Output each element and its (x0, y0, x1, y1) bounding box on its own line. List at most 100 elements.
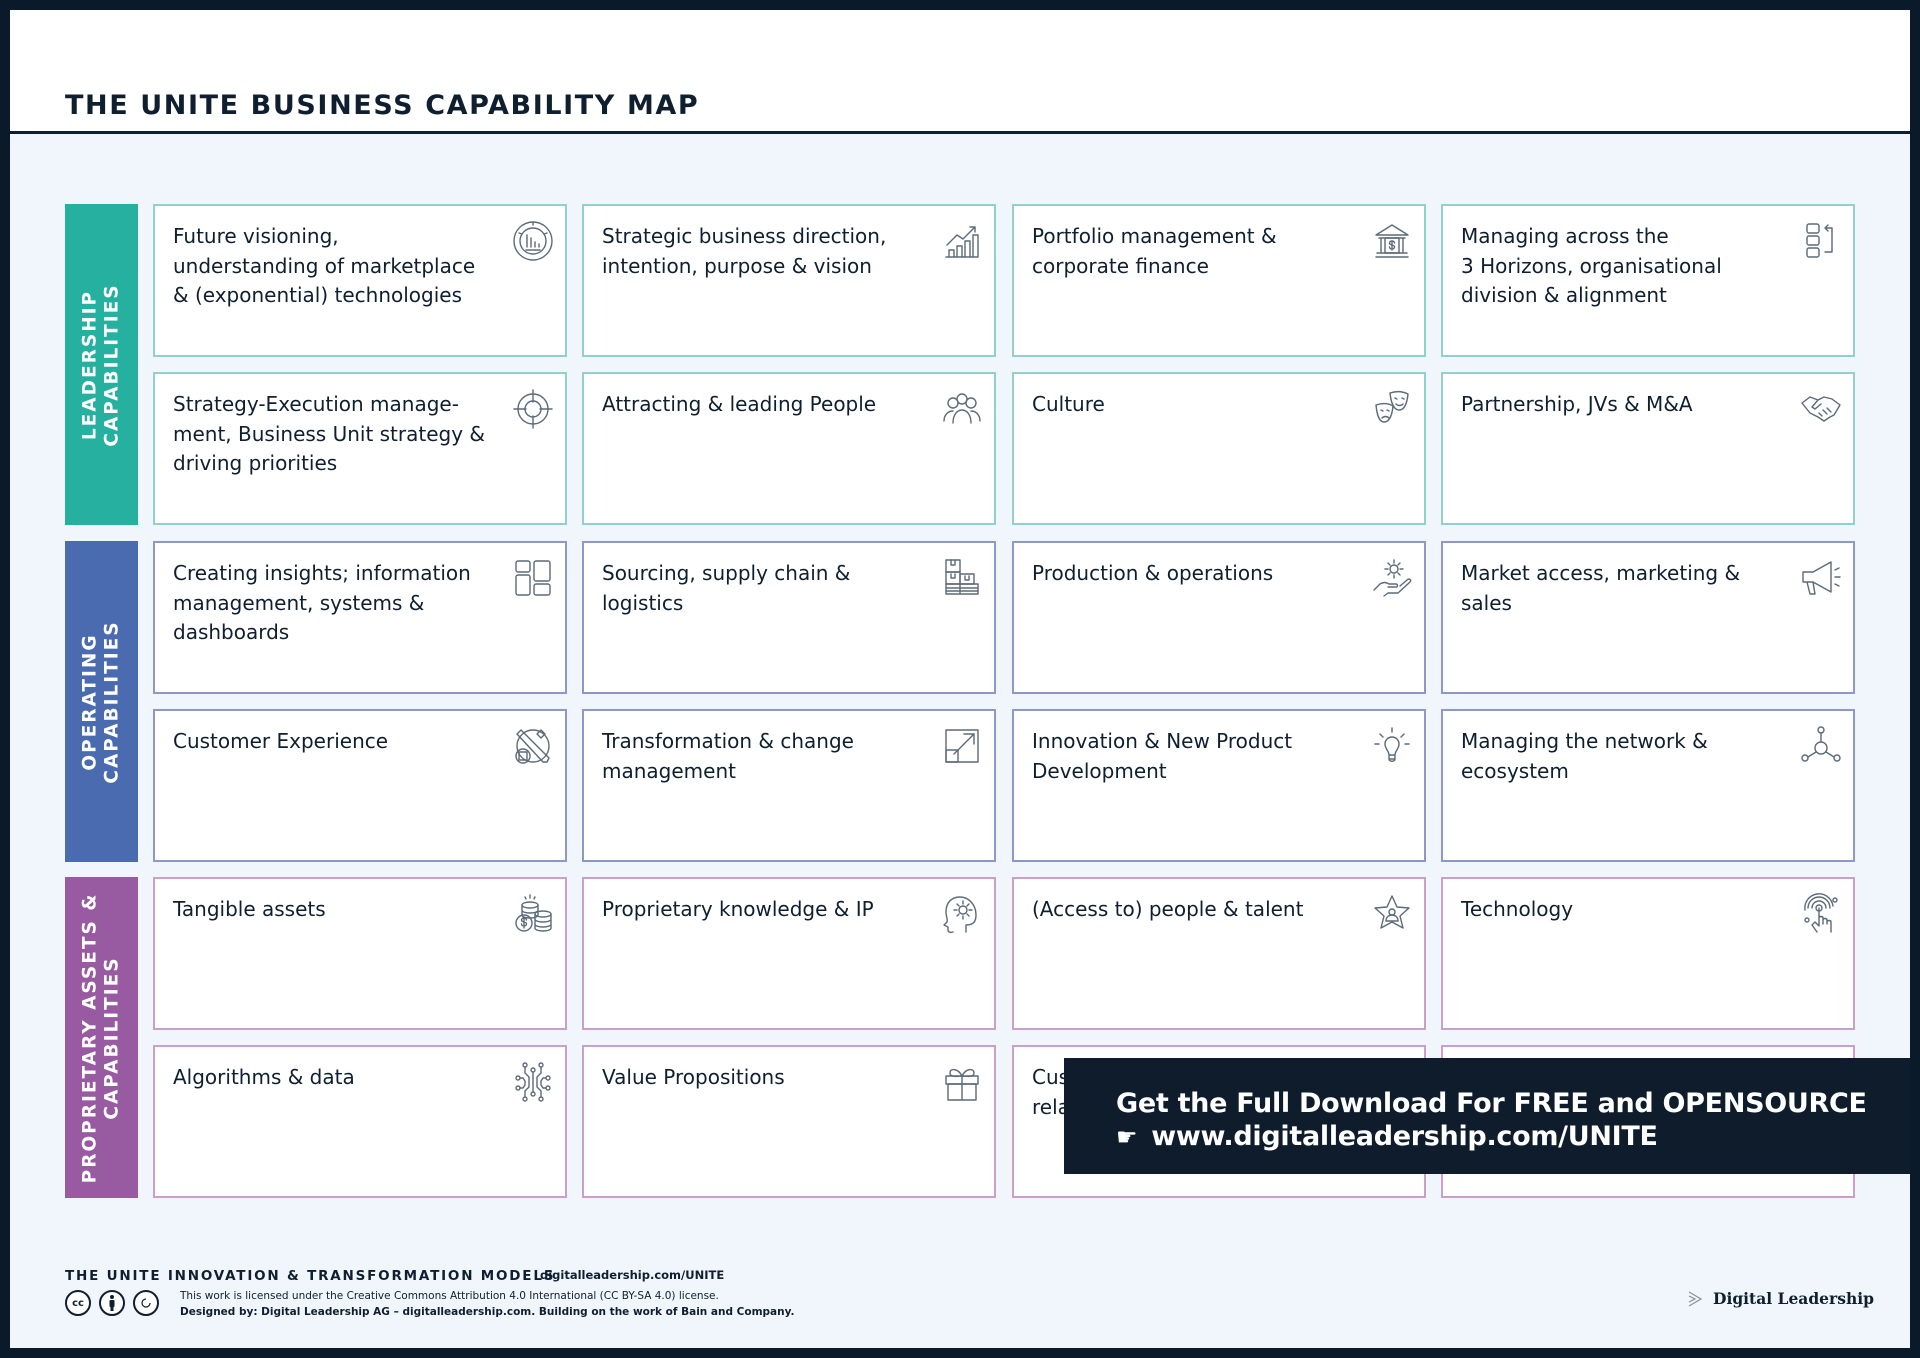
capability-title: Algorithms & data (173, 1063, 503, 1093)
boxes-icon (940, 556, 984, 600)
header: THE UNITE BUSINESS CAPABILITY MAP (10, 10, 1910, 134)
capability-card[interactable]: Attracting & leading People (582, 372, 996, 525)
capability-title-line: Attracting & leading People (602, 392, 877, 416)
capability-title-line: Algorithms & data (173, 1065, 355, 1089)
license-line: This work is licensed under the Creative… (180, 1290, 719, 1302)
footer-url[interactable]: digitalleadership.com/UNITE (540, 1268, 724, 1282)
capability-card[interactable]: Future visioning, understanding of market… (153, 204, 567, 357)
group-label-text: CAPABILITIES (101, 955, 123, 1120)
capability-title: Strategic business direction, intention, … (602, 222, 932, 281)
capability-title-line: Market access, marketing & (1461, 561, 1741, 585)
capability-title-line: Strategy-Execution manage- (173, 392, 459, 416)
capability-title: Value Propositions (602, 1063, 932, 1093)
capability-title-line: corporate finance (1032, 253, 1209, 278)
capability-title-line: 3 Horizons, organisational (1461, 253, 1722, 278)
group-label-text: LEADERSHIP (79, 289, 101, 440)
star-person-icon (1370, 892, 1414, 936)
group-label-text: PROPRIETARY ASSETS & (79, 892, 101, 1183)
dashboard-icon (511, 556, 555, 600)
capability-title-line: Strategic business direction, (602, 224, 887, 248)
capability-card[interactable]: Algorithms & data (153, 1045, 567, 1198)
group-label-text: OPERATING (79, 632, 101, 771)
capability-card[interactable]: Managing across the 3 Horizons, organisat… (1441, 204, 1855, 357)
capability-card[interactable]: Market access, marketing & sales (1441, 541, 1855, 694)
capability-card[interactable]: Strategy-Execution manage-ment, Business… (153, 372, 567, 525)
circuit-icon (511, 1060, 555, 1104)
capability-title-line: driving priorities (173, 451, 338, 475)
group-label-text: CAPABILITIES (101, 619, 123, 784)
creative-commons-icon: cc (65, 1290, 91, 1316)
capability-card[interactable]: Customer Experience (153, 709, 567, 862)
stacked-boxes-icon (1799, 219, 1843, 263)
capability-card[interactable]: Technology (1441, 877, 1855, 1030)
group-label-operating: OPERATING CAPABILITIES (65, 541, 138, 862)
capability-title: Culture (1032, 390, 1362, 420)
capability-title: Portfolio management & corporate finance (1032, 222, 1362, 281)
capability-title: (Access to) people & talent (1032, 895, 1362, 925)
capability-title: Customer Experience (173, 727, 503, 757)
theater-masks-icon (1370, 387, 1414, 431)
capability-title-line: Future visioning, (173, 224, 339, 248)
capability-title-line: Proprietary knowledge & IP (602, 897, 874, 921)
capability-card[interactable]: Transformation & change management (582, 709, 996, 862)
capability-title: Production & operations (1032, 559, 1362, 589)
capability-card[interactable]: Strategic business direction, intention, … (582, 204, 996, 357)
footer-title: THE UNITE INNOVATION & TRANSFORMATION MO… (65, 1268, 556, 1284)
chart-cycle-icon (511, 219, 555, 263)
capability-card[interactable]: Innovation & New Product Development (1012, 709, 1426, 862)
capability-title-line: Culture (1032, 392, 1105, 416)
capability-title-line: understanding of marketplace (173, 253, 476, 278)
network-icon (1799, 724, 1843, 768)
capability-card[interactable]: Production & operations (1012, 541, 1426, 694)
capability-card[interactable]: Creating insights; information management… (153, 541, 567, 694)
capability-card[interactable]: Culture (1012, 372, 1426, 525)
capability-title: Sourcing, supply chain & logistics (602, 559, 932, 618)
lightbulb-icon (1370, 724, 1414, 768)
capability-card[interactable]: Managing the network & ecosystem (1441, 709, 1855, 862)
capability-card[interactable]: Proprietary knowledge & IP (582, 877, 996, 1030)
design-tools-icon (511, 724, 555, 768)
capability-title-line: Portfolio management & (1032, 224, 1277, 248)
capability-title: Managing the network & ecosystem (1461, 727, 1791, 786)
capability-card[interactable]: Tangible assets (153, 877, 567, 1030)
capability-title-line: sales (1461, 590, 1512, 615)
gear-hand-icon (1370, 556, 1414, 600)
capability-card[interactable]: Sourcing, supply chain & logistics (582, 541, 996, 694)
target-icon (511, 387, 555, 431)
capability-title-line: management, systems & (173, 590, 425, 615)
capability-title: Future visioning, understanding of market… (173, 222, 503, 311)
capability-title-line: management (602, 758, 736, 783)
banner-headline: Get the Full Download For FREE and OPENS… (1116, 1088, 1867, 1119)
share-alike-icon (133, 1290, 159, 1316)
brand-logo: Digital Leadership (1687, 1289, 1874, 1308)
group-label-text: CAPABILITIES (101, 282, 123, 447)
head-gear-icon (940, 892, 984, 936)
capability-title-line: logistics (602, 590, 684, 615)
bank-icon (1370, 219, 1414, 263)
group-label-proprietary: PROPRIETARY ASSETS & CAPABILITIES (65, 877, 138, 1198)
capability-title-line: Customer Experience (173, 729, 389, 753)
download-banner[interactable]: Get the Full Download For FREE and OPENS… (1064, 1058, 1910, 1174)
capability-title: Partnership, JVs & M&A (1461, 390, 1791, 420)
capability-title-line: Transformation & change (602, 729, 854, 753)
capability-card[interactable]: (Access to) people & talent (1012, 877, 1426, 1030)
capability-title-line: (Access to) people & talent (1032, 897, 1304, 921)
license-icons: cc (65, 1290, 159, 1316)
page-title: THE UNITE BUSINESS CAPABILITY MAP (65, 90, 700, 121)
capability-title: Market access, marketing & sales (1461, 559, 1791, 618)
capability-title-line: Production & operations (1032, 561, 1274, 585)
capability-title-line: Innovation & New Product (1032, 729, 1293, 753)
capability-title: Proprietary knowledge & IP (602, 895, 932, 925)
capability-title-line: Sourcing, supply chain & (602, 561, 851, 585)
handshake-icon (1799, 387, 1843, 431)
capability-title: Attracting & leading People (602, 390, 932, 420)
attribution-icon (99, 1290, 125, 1316)
capability-card[interactable]: Portfolio management & corporate finance (1012, 204, 1426, 357)
capability-card[interactable]: Partnership, JVs & M&A (1441, 372, 1855, 525)
capability-title-line: ecosystem (1461, 758, 1569, 783)
banner-link[interactable]: www.digitalleadership.com/UNITE (1151, 1121, 1658, 1152)
brand-name: Digital Leadership (1713, 1289, 1874, 1308)
capability-card[interactable]: Value Propositions (582, 1045, 996, 1198)
license-text: This work is licensed under the Creative… (180, 1288, 794, 1320)
capability-title-line: dashboards (173, 620, 290, 644)
